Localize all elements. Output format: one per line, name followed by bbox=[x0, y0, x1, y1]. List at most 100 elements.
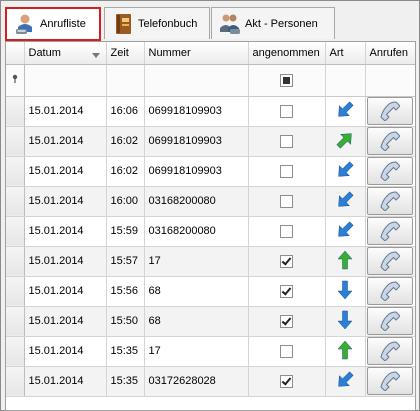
indicator-header bbox=[6, 42, 25, 65]
filter-cell-anrufen[interactable] bbox=[365, 64, 415, 97]
angenommen-checkbox[interactable] bbox=[280, 374, 293, 388]
row-indicator[interactable] bbox=[6, 306, 25, 337]
column-header-zeit[interactable]: Zeit bbox=[106, 42, 145, 65]
filter-checkbox[interactable] bbox=[280, 73, 293, 87]
table-row[interactable]: 15.01.2014 16:00 03168200080 bbox=[6, 186, 415, 217]
phone-handset-icon bbox=[380, 191, 400, 211]
cell-angenommen bbox=[248, 186, 326, 217]
cell-zeit: 15:35 bbox=[106, 336, 145, 367]
incoming-arrow-icon bbox=[338, 101, 354, 117]
filter-cell-art[interactable] bbox=[325, 64, 366, 97]
row-indicator[interactable] bbox=[6, 156, 25, 187]
cell-anrufen bbox=[365, 126, 415, 157]
cell-zeit: 16:00 bbox=[106, 186, 145, 217]
table-row[interactable]: 15.01.2014 15:56 68 bbox=[6, 276, 415, 307]
call-button[interactable] bbox=[367, 127, 413, 155]
call-button[interactable] bbox=[367, 277, 413, 305]
cell-datum: 15.01.2014 bbox=[24, 156, 107, 187]
call-button[interactable] bbox=[367, 187, 413, 215]
call-list-grid: Datum Zeit Nummer angenommen Art Anrufen bbox=[5, 41, 416, 411]
filter-cell-zeit[interactable] bbox=[106, 64, 145, 97]
angenommen-checkbox[interactable] bbox=[280, 134, 293, 148]
column-header-label: Zeit bbox=[110, 46, 129, 59]
cell-anrufen bbox=[365, 156, 415, 187]
cell-angenommen bbox=[248, 336, 326, 367]
cell-angenommen bbox=[248, 276, 326, 307]
table-row[interactable]: 15.01.2014 15:35 17 bbox=[6, 336, 415, 367]
table-row[interactable]: 15.01.2014 16:06 069918109903 bbox=[6, 96, 415, 127]
column-header-anrufen[interactable]: Anrufen bbox=[365, 42, 415, 65]
row-indicator[interactable] bbox=[6, 216, 25, 247]
row-indicator[interactable] bbox=[6, 276, 25, 307]
cell-nummer: 03168200080 bbox=[144, 186, 249, 217]
angenommen-checkbox[interactable] bbox=[280, 224, 293, 238]
cell-datum: 15.01.2014 bbox=[24, 336, 107, 367]
call-button[interactable] bbox=[367, 247, 413, 275]
filter-pin-icon bbox=[12, 74, 17, 83]
column-header-art[interactable]: Art bbox=[325, 42, 366, 65]
cell-zeit: 15:50 bbox=[106, 306, 145, 337]
cell-zeit: 15:35 bbox=[106, 366, 145, 397]
row-indicator[interactable] bbox=[6, 336, 25, 367]
call-button[interactable] bbox=[367, 157, 413, 185]
row-indicator[interactable] bbox=[6, 186, 25, 217]
cell-anrufen bbox=[365, 246, 415, 277]
angenommen-checkbox[interactable] bbox=[280, 194, 293, 208]
column-header-nummer[interactable]: Nummer bbox=[144, 42, 249, 65]
row-indicator[interactable] bbox=[6, 126, 25, 157]
filter-cell-angenommen[interactable] bbox=[248, 64, 326, 97]
filter-row bbox=[6, 64, 415, 97]
cell-datum: 15.01.2014 bbox=[24, 366, 107, 397]
cell-art bbox=[325, 306, 366, 337]
angenommen-checkbox[interactable] bbox=[280, 314, 293, 328]
column-header-datum[interactable]: Datum bbox=[24, 42, 107, 65]
cell-zeit: 16:02 bbox=[106, 126, 145, 157]
angenommen-checkbox[interactable] bbox=[280, 164, 293, 178]
call-button[interactable] bbox=[367, 307, 413, 335]
phone-handset-icon bbox=[380, 221, 400, 241]
cell-datum: 15.01.2014 bbox=[24, 276, 107, 307]
table-row[interactable]: 15.01.2014 16:02 069918109903 bbox=[6, 126, 415, 157]
down-arrow-icon bbox=[337, 310, 353, 329]
filter-cell-nummer[interactable] bbox=[144, 64, 249, 97]
phone-handset-icon bbox=[380, 101, 400, 121]
cell-datum: 15.01.2014 bbox=[24, 96, 107, 127]
cell-nummer: 069918109903 bbox=[144, 126, 249, 157]
row-indicator[interactable] bbox=[6, 96, 25, 127]
cell-nummer: 03172628028 bbox=[144, 366, 249, 397]
tab-telefonbuch[interactable]: Telefonbuch bbox=[104, 7, 210, 39]
call-button[interactable] bbox=[367, 367, 413, 395]
call-table: Datum Zeit Nummer angenommen Art Anrufen bbox=[6, 42, 415, 397]
cell-art bbox=[325, 96, 366, 127]
tab-label: Telefonbuch bbox=[138, 17, 198, 30]
cell-anrufen bbox=[365, 276, 415, 307]
filter-cell-datum[interactable] bbox=[24, 64, 107, 97]
cell-datum: 15.01.2014 bbox=[24, 126, 107, 157]
row-indicator[interactable] bbox=[6, 366, 25, 397]
table-row[interactable]: 15.01.2014 15:59 03168200080 bbox=[6, 216, 415, 247]
phone-handset-icon bbox=[380, 251, 400, 271]
angenommen-checkbox[interactable] bbox=[280, 254, 293, 268]
cell-angenommen bbox=[248, 156, 326, 187]
row-indicator[interactable] bbox=[6, 246, 25, 277]
call-button[interactable] bbox=[367, 217, 413, 245]
call-button[interactable] bbox=[367, 337, 413, 365]
table-row[interactable]: 15.01.2014 15:35 03172628028 bbox=[6, 366, 415, 397]
down-arrow-icon bbox=[337, 280, 353, 299]
call-button[interactable] bbox=[367, 97, 413, 125]
tab-akt-personen[interactable]: Akt - Personen bbox=[211, 7, 335, 39]
tab-anrufliste[interactable]: Anrufliste bbox=[5, 7, 101, 41]
cell-anrufen bbox=[365, 306, 415, 337]
cell-angenommen bbox=[248, 306, 326, 337]
tab-label: Anrufliste bbox=[40, 18, 86, 30]
column-header-angenommen[interactable]: angenommen bbox=[248, 42, 326, 65]
up-arrow-icon bbox=[337, 250, 353, 269]
angenommen-checkbox[interactable] bbox=[280, 284, 293, 298]
angenommen-checkbox[interactable] bbox=[280, 104, 293, 118]
table-row[interactable]: 15.01.2014 15:57 17 bbox=[6, 246, 415, 277]
tab-bar: Anrufliste Telefonbuch Akt - Personen bbox=[5, 7, 415, 41]
angenommen-checkbox[interactable] bbox=[280, 344, 293, 358]
column-header-label: Art bbox=[329, 46, 344, 59]
table-row[interactable]: 15.01.2014 16:02 069918109903 bbox=[6, 156, 415, 187]
table-row[interactable]: 15.01.2014 15:50 68 bbox=[6, 306, 415, 337]
